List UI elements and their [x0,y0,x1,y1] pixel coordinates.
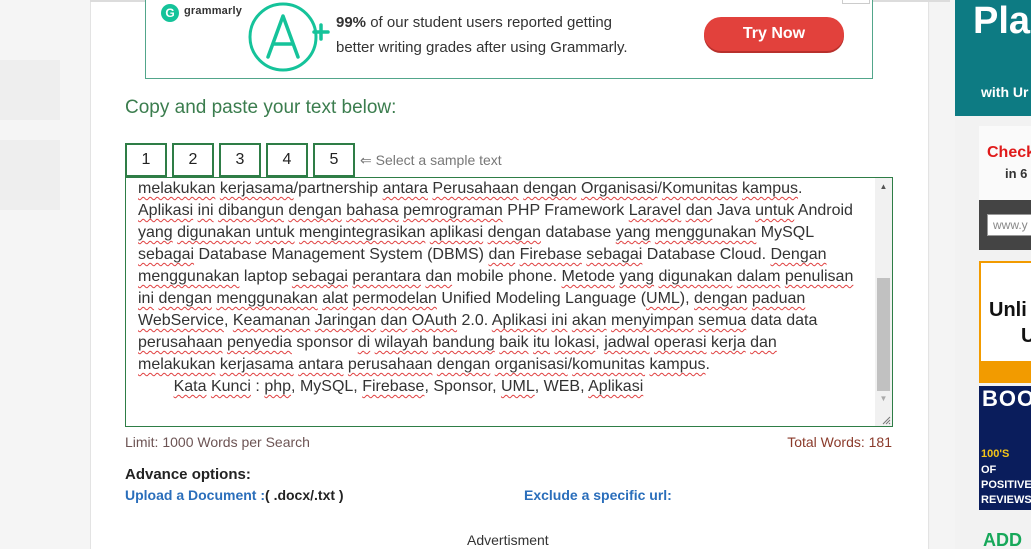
sample-button-4[interactable]: 4 [266,143,308,177]
side-ad-2-headline: Check [987,144,1031,161]
page-heading: Copy and paste your text below: [125,97,397,118]
side-ad-5-line-2: OF [981,464,997,476]
text-line: yang digunakan untuk mengintegrasikan ap… [138,224,815,241]
advance-options-title: Advance options: [125,466,251,483]
text-line: melakukan kerjasama/partnership antara P… [138,180,803,197]
text-line: menggunakan laptop sebagai perantara dan… [138,268,854,285]
ad-line-1: of our student users reported getting [370,14,613,31]
upload-label[interactable]: Upload a Document : [125,487,265,503]
text-line: perusahaan penyedia sponsor di wilayah b… [138,334,777,351]
side-ad-4[interactable]: Unli U [979,261,1031,383]
upload-extensions: ( .docx/.txt ) [265,487,344,503]
text-line: Aplikasi ini dibangun dengan bahasa pemr… [138,202,853,219]
scrollbar-thumb[interactable] [877,278,890,391]
left-margin [0,0,90,549]
grammarly-ad-banner[interactable]: G grammarly 99% of our student users rep… [145,0,873,79]
textarea-scrollbar[interactable]: ▲ ▼ [875,178,892,426]
sample-button-3[interactable]: 3 [219,143,261,177]
right-gutter [930,0,955,549]
side-ad-5-headline: BOOS [982,386,1031,411]
ad-stat: 99% [336,14,367,31]
side-ad-1[interactable]: Pla with Ur [955,0,1031,116]
total-words-count: Total Words: 181 [787,434,892,450]
scroll-up-arrow-icon[interactable]: ▲ [875,180,892,194]
left-margin-block [0,60,60,120]
advertisment-label: Advertisment [467,532,549,548]
a-plus-grade-icon [248,2,330,72]
resize-handle-icon[interactable] [881,415,891,425]
ad-choices-corner[interactable] [842,0,870,4]
sample-button-2[interactable]: 2 [172,143,214,177]
left-margin-block [0,140,60,210]
side-ad-2[interactable]: Check in 6 [979,126,1031,200]
ad-message: 99% of our student users reported gettin… [336,10,628,60]
text-line: Kata Kunci : php, MySQL, Firebase, Spons… [173,378,644,395]
side-ad-5-line-4: REVIEWS [981,494,1031,506]
text-line: melakukan kerjasama antara perusahaan de… [138,356,710,373]
side-ad-4-line-2: U [1021,325,1031,348]
upload-document-link[interactable]: Upload a Document :( .docx/.txt ) [125,487,344,503]
side-ad-4-line-1: Unli [989,299,1027,321]
side-ad-3-url-input[interactable]: www.y [987,214,1031,236]
side-ad-5[interactable]: BOOS 100'S OF POSITIVE REVIEWS [979,386,1031,510]
side-ad-4-bar [981,361,1031,381]
side-ad-3[interactable]: www.y [979,200,1031,250]
text-input-area[interactable]: melakukan kerjasama/partnership antara P… [125,177,893,427]
scroll-down-arrow-icon[interactable]: ▼ [875,392,892,406]
try-now-button[interactable]: Try Now [704,17,844,51]
side-ad-1-headline: Pla [973,0,1031,42]
ad-line-2: better writing grades after using Gramma… [336,39,628,56]
sample-button-5[interactable]: 5 [313,143,355,177]
side-ad-6-text[interactable]: ADD [983,530,1022,549]
sample-hint: ⇐ Select a sample text [360,152,502,168]
text-line: ini dengan menggunakan alat permodelan U… [138,290,806,307]
text-line: sebagai Database Management System (DBMS… [138,246,827,263]
text-line: WebService, Keamanan Jaringan dan OAuth … [138,312,818,329]
grammarly-brand-name: grammarly [184,5,243,17]
side-ad-5-line-1: 100'S [981,448,1010,460]
side-ad-1-subline: with Ur [981,84,1029,100]
sample-button-1[interactable]: 1 [125,143,167,177]
word-limit-text: Limit: 1000 Words per Search [125,434,310,450]
side-ad-2-subline: in 6 [1005,166,1028,181]
exclude-url-link[interactable]: Exclude a specific url: [524,487,672,503]
side-ad-5-line-3: POSITIVE [981,479,1031,491]
grammarly-logo-icon: G [161,4,179,22]
text-content[interactable]: melakukan kerjasama/partnership antara P… [138,178,868,398]
